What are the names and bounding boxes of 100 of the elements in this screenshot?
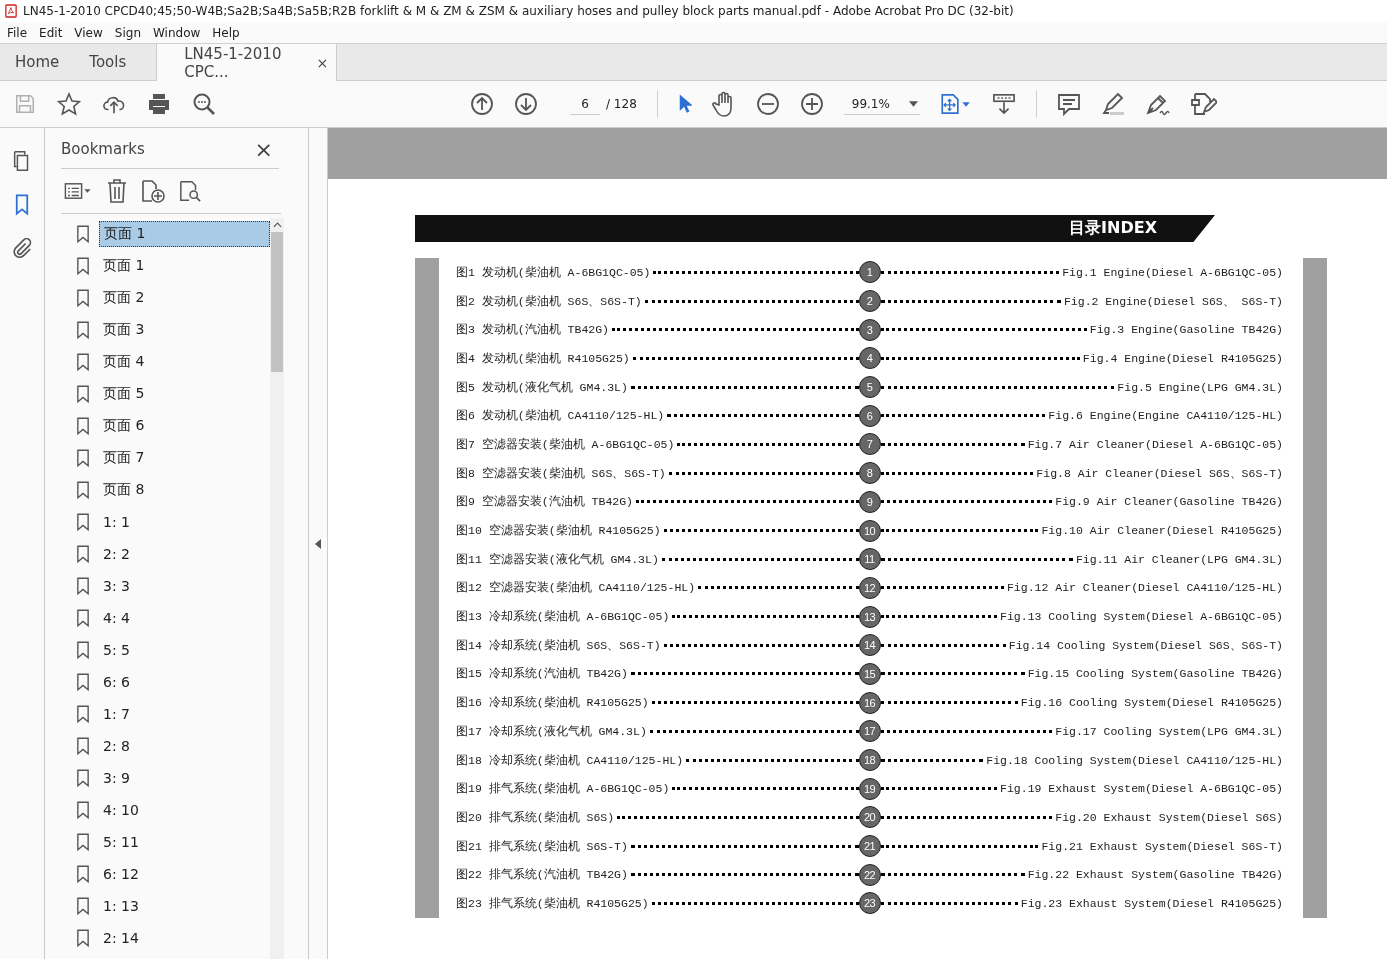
- new-bookmark-icon[interactable]: [141, 179, 165, 203]
- page-number-badge: 9: [858, 490, 881, 513]
- pen-sign-icon[interactable]: [1144, 92, 1171, 116]
- scroll-thumb[interactable]: [271, 232, 283, 372]
- english-entry: Fig.20 Exhaust System(Diesel S6S): [1055, 810, 1283, 824]
- bookmark-item[interactable]: 6: 12: [99, 863, 270, 885]
- scroll-up-icon[interactable]: [272, 222, 282, 228]
- page-number-field[interactable]: 6: [570, 93, 600, 115]
- bookmark-item[interactable]: 2: 14: [99, 927, 270, 949]
- bookmark-item[interactable]: 页面 1: [99, 221, 270, 247]
- bookmark-item[interactable]: 页面 3: [99, 318, 270, 342]
- star-icon[interactable]: [57, 92, 81, 116]
- chinese-entry: 图3 发动机(汽油机 TB42G): [456, 322, 609, 338]
- english-entry: Fig.12 Air Cleaner(Diesel CA4110/125-HL): [1006, 581, 1283, 595]
- english-entry: Fig.3 Engine(Gasoline TB42G): [1089, 323, 1283, 337]
- tab[interactable]: Home: [0, 44, 75, 80]
- arrow-up-icon[interactable]: [470, 92, 494, 116]
- fit-page-icon[interactable]: [939, 93, 972, 115]
- search-icon[interactable]: [192, 92, 216, 116]
- bookmark-item[interactable]: 3: 3: [99, 575, 270, 597]
- pdf-file-icon: [5, 4, 17, 18]
- english-entry: Fig.15 Cooling System(Gasoline TB42G): [1027, 667, 1283, 681]
- menu-item[interactable]: Window: [149, 25, 205, 40]
- print-icon[interactable]: [147, 92, 171, 116]
- bookmark-icon: [77, 833, 89, 851]
- bookmark-item[interactable]: 1: 1: [99, 511, 270, 533]
- chinese-entry: 图21 排气系统(柴油机 S6S-T): [456, 838, 628, 854]
- bookmark-item[interactable]: 页面 6: [99, 414, 270, 438]
- bookmark-item[interactable]: 页面 2: [99, 286, 270, 310]
- english-entry: Fig.18 Cooling System(Diesel CA4110/125-HL): [986, 753, 1283, 767]
- cursor-icon[interactable]: [677, 93, 692, 115]
- bookmark-icon: [77, 737, 89, 755]
- close-icon[interactable]: ×: [254, 136, 279, 162]
- bookmark-item[interactable]: 1: 13: [99, 895, 270, 917]
- chinese-entry: 图4 发动机(柴油机 R4105G25): [456, 350, 630, 366]
- chinese-entry: 图16 冷却系统(柴油机 R4105G25): [456, 695, 649, 711]
- bookmark-item[interactable]: 4: 10: [99, 799, 270, 821]
- menu-item[interactable]: Sign: [110, 25, 145, 40]
- chinese-entry: 图17 冷却系统(液化气机 GM4.3L): [456, 723, 647, 739]
- menu-item[interactable]: Help: [208, 25, 244, 40]
- scrollbar[interactable]: [270, 218, 284, 959]
- page-number-badge: 3: [858, 318, 881, 341]
- chinese-entry: 图2 发动机(柴油机 S6S、S6S-T): [456, 293, 642, 309]
- bookmark-item[interactable]: 页面 4: [99, 350, 270, 374]
- close-tab-icon[interactable]: ×: [316, 54, 329, 71]
- collapse-arrow-icon[interactable]: [315, 538, 321, 549]
- find-bookmark-icon[interactable]: [179, 179, 201, 203]
- bookmark-item[interactable]: 5: 5: [99, 639, 270, 661]
- bookmark-item[interactable]: 5: 11: [99, 831, 270, 853]
- options-menu-icon[interactable]: [63, 182, 93, 200]
- page-number-badge: 1: [858, 261, 881, 284]
- window-title: LN45-1-2010 CPCD40;45;50-W4B;Sa2B;Sa4B;Sa5B;R2B forklift & M & ZM & ZSM & auxiliary hoses and pulley block parts manual.pdf - Adobe Acrobat Pro DC (32-bit): [23, 4, 1014, 18]
- paperclip-icon[interactable]: [11, 238, 33, 260]
- bookmark-icon: [77, 801, 89, 819]
- menu-item[interactable]: Edit: [35, 25, 67, 40]
- bookmark-item[interactable]: 页面 5: [99, 382, 270, 406]
- menu-item[interactable]: File: [3, 25, 32, 40]
- highlighter-icon[interactable]: [1100, 92, 1125, 116]
- bookmark-item[interactable]: 1: 7: [99, 703, 270, 725]
- bookmark-item[interactable]: 页面 1: [99, 254, 270, 278]
- menu-item[interactable]: View: [70, 25, 107, 40]
- english-entry: Fig.9 Air Cleaner(Gasoline TB42G): [1055, 495, 1283, 509]
- edit-document-icon[interactable]: [1190, 92, 1217, 116]
- zoom-out-icon[interactable]: [755, 92, 780, 116]
- zoom-dropdown[interactable]: 99.1%: [843, 93, 920, 115]
- bookmark-icon: [77, 641, 89, 659]
- bookmark-item[interactable]: 4: 4: [99, 607, 270, 629]
- bookmark-icon[interactable]: [15, 194, 29, 216]
- scroll-mode-icon[interactable]: [991, 93, 1016, 115]
- bookmark-item[interactable]: 3: 9: [99, 767, 270, 789]
- page-number-badge: 23: [858, 892, 881, 915]
- bookmark-icon: [77, 481, 89, 499]
- comment-icon[interactable]: [1056, 92, 1081, 116]
- zoom-in-icon[interactable]: [799, 92, 824, 116]
- english-entry: Fig.11 Air Cleaner(LPG GM4.3L): [1075, 552, 1283, 566]
- english-entry: Fig.14 Cooling System(Diesel S6S、S6S-T): [1008, 637, 1283, 653]
- bookmark-icon: [77, 545, 89, 563]
- bookmark-item[interactable]: 页面 7: [99, 446, 270, 470]
- bookmark-item[interactable]: 6: 6: [99, 671, 270, 693]
- trash-icon[interactable]: [107, 179, 127, 203]
- english-entry: Fig.5 Engine(LPG GM4.3L): [1117, 380, 1283, 394]
- page-number-badge: 17: [858, 720, 881, 743]
- bookmark-item[interactable]: 2: 8: [99, 735, 270, 757]
- bookmark-icon: [77, 897, 89, 915]
- english-entry: Fig.22 Exhaust System(Gasoline TB42G): [1027, 868, 1283, 882]
- page-number-badge: 20: [858, 806, 881, 829]
- caret-icon: [908, 100, 918, 107]
- bookmark-icon: [77, 929, 89, 947]
- bookmark-item[interactable]: 2: 2: [99, 543, 270, 565]
- arrow-down-icon[interactable]: [514, 92, 538, 116]
- page-number-badge: 8: [858, 462, 881, 485]
- bookmark-icon: [77, 577, 89, 595]
- page-number-badge: 7: [858, 433, 881, 456]
- chinese-entry: 图18 冷却系统(柴油机 CA4110/125-HL): [456, 752, 684, 768]
- tab[interactable]: LN45-1-2010 CPC... ×: [156, 44, 338, 81]
- english-entry: Fig.7 Air Cleaner(Diesel A-6BG1QC-05): [1027, 437, 1283, 451]
- bookmark-icon: [77, 449, 89, 467]
- tab[interactable]: Tools: [74, 44, 142, 80]
- bookmark-item[interactable]: 页面 8: [99, 478, 270, 502]
- panel-title: Bookmarks: [61, 140, 145, 158]
